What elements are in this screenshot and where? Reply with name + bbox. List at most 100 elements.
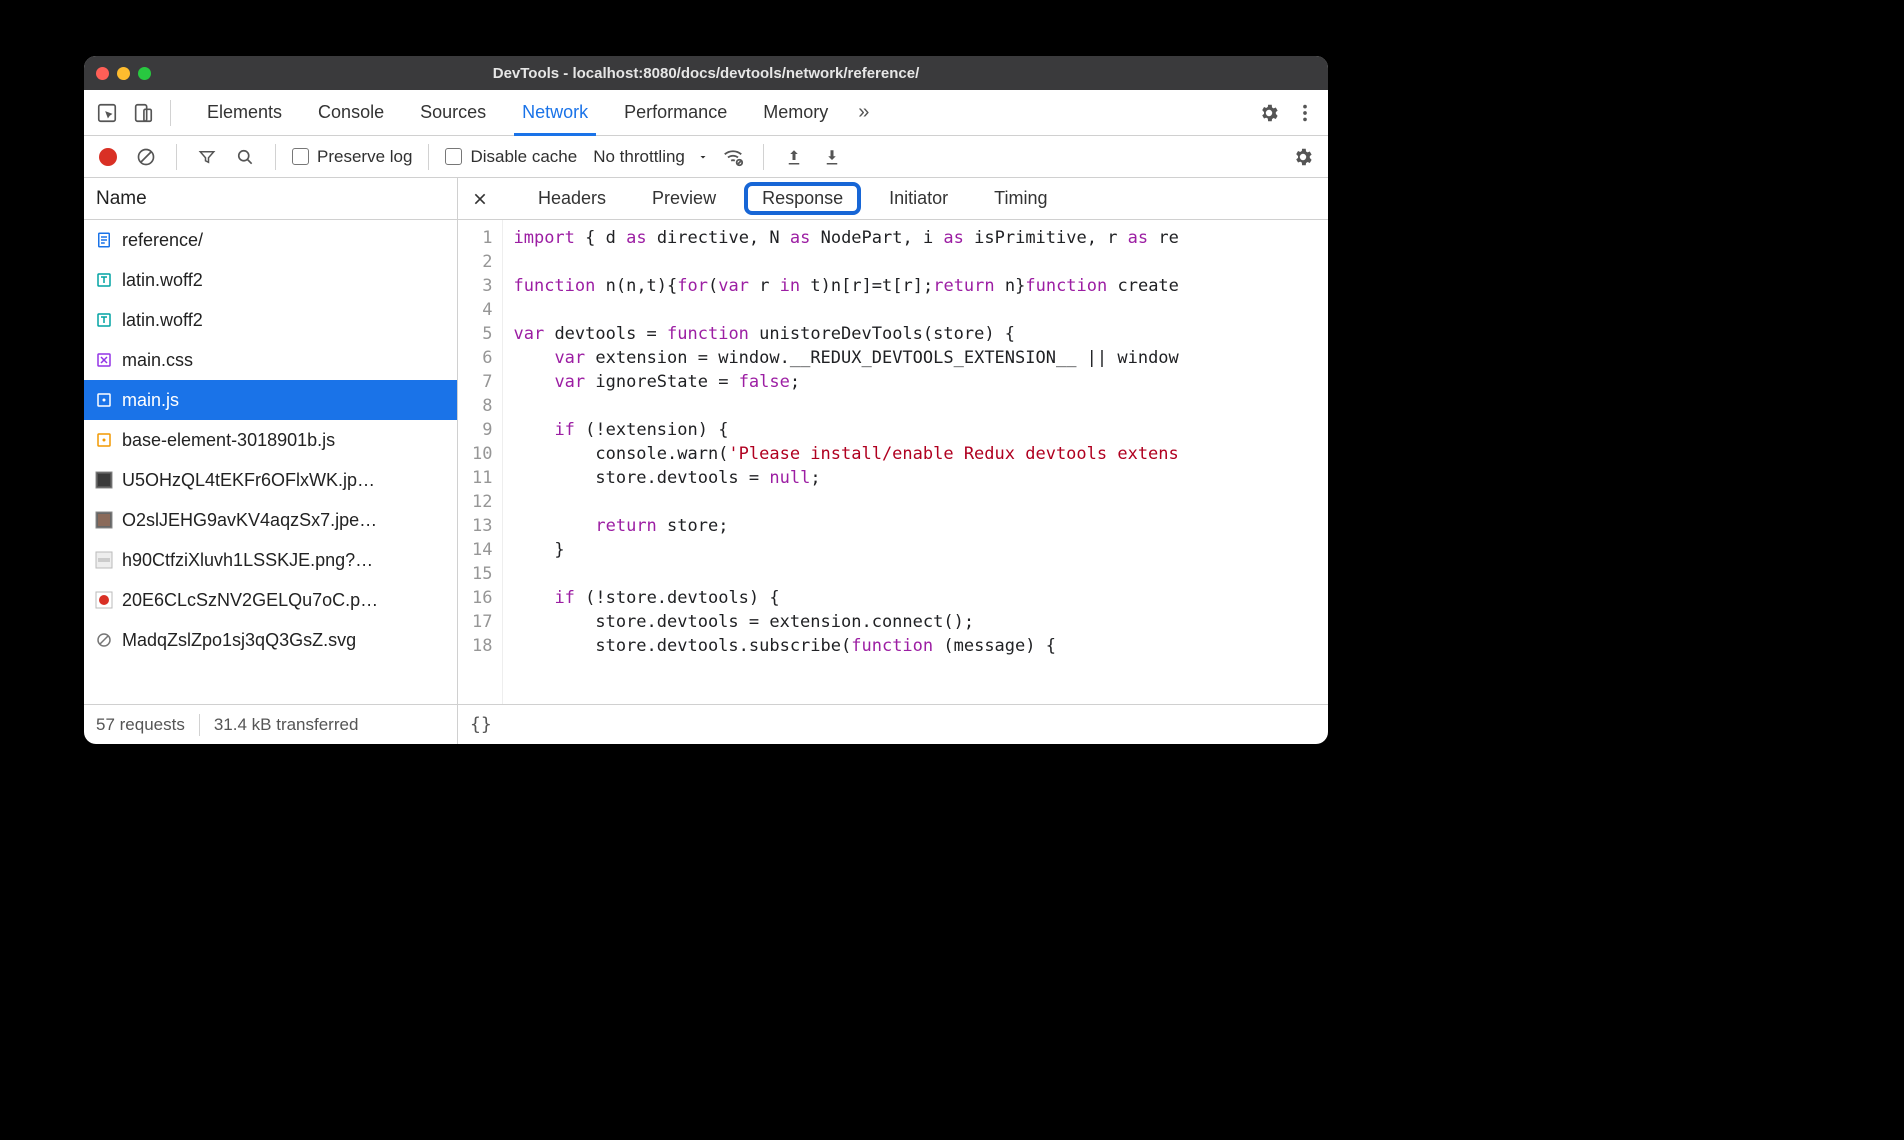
name-column-header[interactable]: Name bbox=[84, 178, 457, 220]
line-number: 5 bbox=[472, 322, 492, 346]
throttling-select[interactable]: No throttling bbox=[593, 147, 709, 167]
response-body[interactable]: 123456789101112131415161718 import { d a… bbox=[458, 220, 1328, 704]
detail-tab-initiator[interactable]: Initiator bbox=[871, 182, 966, 215]
requests-count: 57 requests bbox=[96, 715, 185, 735]
panel-tab-console[interactable]: Console bbox=[300, 90, 402, 135]
code-line: } bbox=[513, 538, 1328, 562]
code-line: store.devtools.subscribe(function (messa… bbox=[513, 634, 1328, 658]
detail-tab-response[interactable]: Response bbox=[744, 182, 861, 215]
line-number: 9 bbox=[472, 418, 492, 442]
request-row[interactable]: main.css bbox=[84, 340, 457, 380]
img-c-icon bbox=[94, 550, 114, 570]
search-button[interactable] bbox=[231, 143, 259, 171]
request-row[interactable]: 20E6CLcSzNV2GELQu7oC.p… bbox=[84, 580, 457, 620]
line-number: 12 bbox=[472, 490, 492, 514]
request-row[interactable]: main.js bbox=[84, 380, 457, 420]
more-panels-button[interactable]: » bbox=[852, 98, 875, 128]
request-detail-pane: Headers Preview Response Initiator Timing 12… bbox=[458, 178, 1328, 744]
request-row[interactable]: U5OHzQL4tEKFr6OFlxWK.jp… bbox=[84, 460, 457, 500]
inspect-element-icon[interactable] bbox=[92, 98, 122, 128]
svg-icon bbox=[94, 630, 114, 650]
code-line bbox=[513, 250, 1328, 274]
device-toggle-icon[interactable] bbox=[128, 98, 158, 128]
detail-tab-label: Initiator bbox=[889, 188, 948, 208]
detail-tab-label: Preview bbox=[652, 188, 716, 208]
request-name: latin.woff2 bbox=[122, 310, 447, 331]
preserve-log-checkbox[interactable]: Preserve log bbox=[292, 147, 412, 167]
export-har-button[interactable] bbox=[780, 143, 808, 171]
panel-tabs-row: Elements Console SourcesNetworkPerformance… bbox=[84, 90, 1328, 136]
titlebar: DevTools - localhost:8080/docs/devtools/… bbox=[84, 56, 1328, 90]
kebab-menu-button[interactable] bbox=[1290, 98, 1320, 128]
detail-tab-headers[interactable]: Headers bbox=[520, 182, 624, 215]
request-row[interactable]: O2slJEHG9avKV4aqzSx7.jpe… bbox=[84, 500, 457, 540]
request-name: 20E6CLcSzNV2GELQu7oC.p… bbox=[122, 590, 447, 611]
panel-tab-label: Memory bbox=[763, 102, 828, 123]
close-detail-button[interactable] bbox=[468, 187, 492, 211]
disable-cache-checkbox[interactable]: Disable cache bbox=[445, 147, 577, 167]
js-alt-icon bbox=[94, 430, 114, 450]
detail-tab-timing[interactable]: Timing bbox=[976, 182, 1065, 215]
import-har-button[interactable] bbox=[818, 143, 846, 171]
img-b-icon bbox=[94, 510, 114, 530]
panel-tab-sources[interactable]: Sources bbox=[402, 90, 504, 135]
code-line: var devtools = function unistoreDevTools… bbox=[513, 322, 1328, 346]
clear-button[interactable] bbox=[132, 143, 160, 171]
minimize-window-button[interactable] bbox=[117, 67, 130, 80]
chevron-down-icon bbox=[697, 151, 709, 163]
request-name: latin.woff2 bbox=[122, 270, 447, 291]
filter-button[interactable] bbox=[193, 143, 221, 171]
request-name: h90CtfziXluvh1LSSKJE.png?… bbox=[122, 550, 447, 571]
panel-tab-memory[interactable]: Memory bbox=[745, 90, 846, 135]
panel-tab-label: Elements bbox=[207, 102, 282, 123]
code-line: function n(n,t){for(var r in t)n[r]=t[r]… bbox=[513, 274, 1328, 298]
line-number: 7 bbox=[472, 370, 492, 394]
line-number: 18 bbox=[472, 634, 492, 658]
panel-tab-network[interactable]: Network bbox=[504, 90, 606, 135]
code-line: return store; bbox=[513, 514, 1328, 538]
separator bbox=[763, 144, 764, 170]
line-number: 11 bbox=[472, 466, 492, 490]
network-settings-button[interactable] bbox=[1288, 142, 1318, 172]
request-row[interactable]: base-element-3018901b.js bbox=[84, 420, 457, 460]
code-line: store.devtools = null; bbox=[513, 466, 1328, 490]
network-conditions-icon[interactable] bbox=[719, 143, 747, 171]
detail-tabs: Headers Preview Response Initiator Timing bbox=[458, 178, 1328, 220]
panel-tab-label: Console bbox=[318, 102, 384, 123]
line-number: 1 bbox=[472, 226, 492, 250]
request-name: base-element-3018901b.js bbox=[122, 430, 447, 451]
network-toolbar: Preserve log Disable cache No throttling bbox=[84, 136, 1328, 178]
window-controls bbox=[96, 67, 151, 80]
panel-tab-performance[interactable]: Performance bbox=[606, 90, 745, 135]
record-button[interactable] bbox=[94, 143, 122, 171]
panel-tab-elements[interactable]: Elements bbox=[189, 90, 300, 135]
request-row[interactable]: reference/ bbox=[84, 220, 457, 260]
request-row[interactable]: latin.woff2 bbox=[84, 260, 457, 300]
code-line: if (!extension) { bbox=[513, 418, 1328, 442]
request-row[interactable]: h90CtfziXluvh1LSSKJE.png?… bbox=[84, 540, 457, 580]
code-line: store.devtools = extension.connect(); bbox=[513, 610, 1328, 634]
settings-button[interactable] bbox=[1254, 98, 1284, 128]
line-number: 8 bbox=[472, 394, 492, 418]
code-line bbox=[513, 298, 1328, 322]
request-list-status: 57 requests 31.4 kB transferred bbox=[84, 704, 457, 744]
img-d-icon bbox=[94, 590, 114, 610]
line-number: 10 bbox=[472, 442, 492, 466]
code-line: var ignoreState = false; bbox=[513, 370, 1328, 394]
css-icon bbox=[94, 350, 114, 370]
transferred-size: 31.4 kB transferred bbox=[214, 715, 359, 735]
request-name: reference/ bbox=[122, 230, 447, 251]
request-row[interactable]: MadqZslZpo1sj3qQ3GsZ.svg bbox=[84, 620, 457, 660]
pretty-print-button[interactable]: {} bbox=[470, 714, 492, 735]
zoom-window-button[interactable] bbox=[138, 67, 151, 80]
request-row[interactable]: latin.woff2 bbox=[84, 300, 457, 340]
close-window-button[interactable] bbox=[96, 67, 109, 80]
code-line: var extension = window.__REDUX_DEVTOOLS_… bbox=[513, 346, 1328, 370]
detail-tab-preview[interactable]: Preview bbox=[634, 182, 734, 215]
line-number: 2 bbox=[472, 250, 492, 274]
doc-icon bbox=[94, 230, 114, 250]
checkbox-icon bbox=[445, 148, 462, 165]
disable-cache-label: Disable cache bbox=[470, 147, 577, 167]
code-line: if (!store.devtools) { bbox=[513, 586, 1328, 610]
line-number: 15 bbox=[472, 562, 492, 586]
